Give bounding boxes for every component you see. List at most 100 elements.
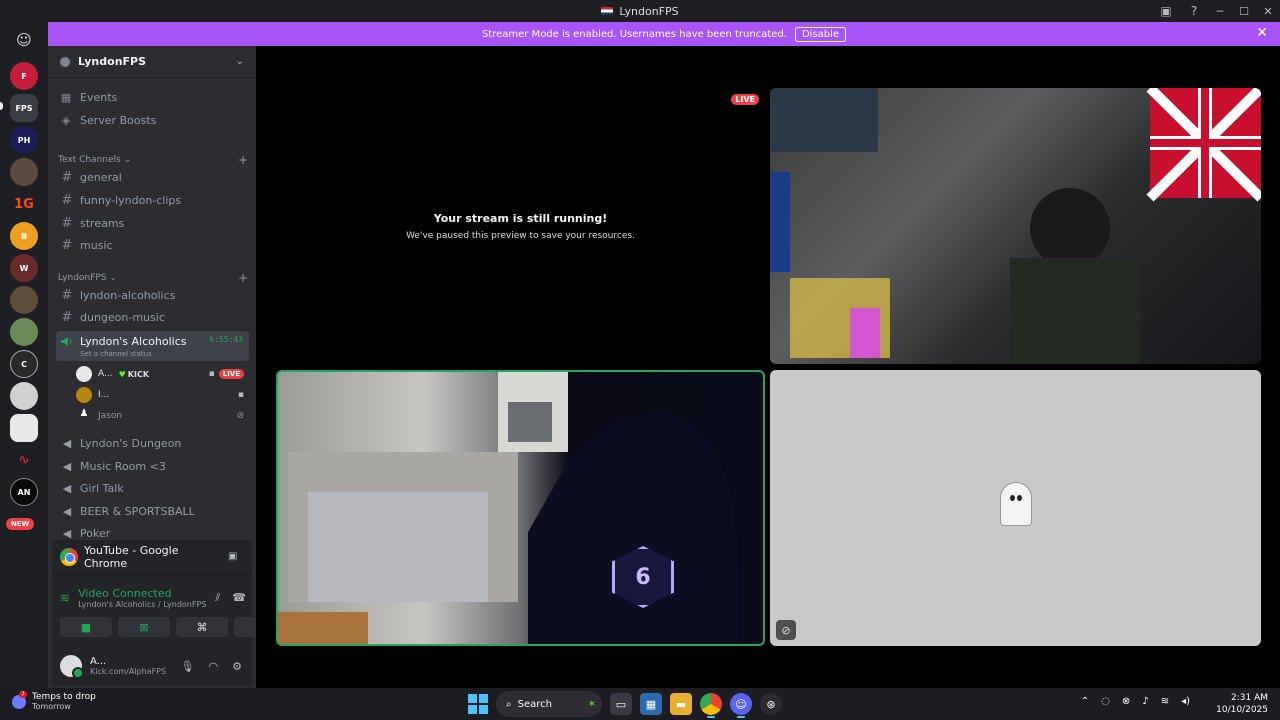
server-icon-1[interactable]: F <box>10 62 38 90</box>
store-icon[interactable]: ▦ <box>640 693 662 715</box>
server-icon-4[interactable] <box>10 158 38 186</box>
server-icon-14[interactable]: AN <box>10 478 38 506</box>
category-lyndon-label: LyndonFPS <box>58 273 107 283</box>
voice-channel-beer-sportsball[interactable]: ◀ BEER & SPORTSBALL <box>56 500 249 522</box>
guild-badge-icon <box>60 56 70 67</box>
channel-label: Girl Talk <box>80 481 124 495</box>
microphone-icon[interactable]: 🎙 <box>181 660 195 673</box>
nav-events[interactable]: ▦ Events <box>56 87 248 107</box>
notifications-muted-icon[interactable]: ⊗ <box>1122 696 1130 707</box>
clock[interactable]: 2:31 AM 10/10/2025 <box>1216 692 1268 716</box>
windows-start-icon[interactable] <box>468 694 488 714</box>
rtc-location[interactable]: Lyndon's Alcoholics / LyndonFPS <box>78 600 206 609</box>
noise-suppression-icon[interactable]: ⫽ <box>215 591 220 605</box>
channel-music[interactable]: # music <box>56 234 249 256</box>
rtc-status[interactable]: Video Connected <box>78 587 206 600</box>
server-icon-2[interactable]: FPS <box>10 94 38 122</box>
server-icon-6[interactable]: B <box>10 222 38 250</box>
headphones-icon[interactable]: ◠ <box>209 660 219 673</box>
video-tile-2[interactable]: 6 <box>276 370 765 646</box>
server-icon-8[interactable] <box>10 286 38 314</box>
stop-share-icon[interactable]: ▣ <box>228 551 242 563</box>
microphone-tray-icon[interactable]: ♪ <box>1142 696 1148 707</box>
channel-streams[interactable]: # streams <box>56 212 249 234</box>
minimize-button[interactable]: ─ <box>1208 0 1232 22</box>
server-icon-9[interactable] <box>10 318 38 346</box>
server-icon-5[interactable]: 1G <box>10 190 38 218</box>
voice-user[interactable]: ♟ Jason ⊘ <box>76 406 244 426</box>
live-badge[interactable]: LIVE <box>218 369 244 379</box>
video-tile-1[interactable] <box>770 88 1261 364</box>
server-icon-10[interactable]: C <box>10 350 38 378</box>
chrome-taskbar-icon[interactable] <box>700 693 722 718</box>
avatar[interactable] <box>60 655 84 679</box>
category-lyndonfps[interactable]: LyndonFPS ⌄ + <box>58 271 248 285</box>
search-icon: ⌕ <box>506 698 512 710</box>
speaker-icon: ◀ <box>62 504 72 518</box>
discord-home-icon[interactable]: ☺ <box>10 26 38 54</box>
settings-gear-icon[interactable]: ⚙ <box>232 660 242 673</box>
file-explorer-icon[interactable]: ▬ <box>670 693 692 715</box>
voice-user[interactable]: I... ▪ <box>76 385 244 405</box>
wifi-icon[interactable]: ≋ <box>1161 696 1169 707</box>
inbox-icon[interactable]: ▣ <box>1152 0 1180 22</box>
ghost-avatar-icon <box>1000 482 1032 526</box>
weather-widget[interactable]: 7 Temps to drop Tomorrow <box>12 690 96 711</box>
task-view-icon[interactable]: ▭ <box>610 693 632 715</box>
clock-date: 10/10/2025 <box>1216 705 1268 715</box>
nav-server-boosts[interactable]: ◈ Server Boosts <box>56 110 248 130</box>
maximize-button[interactable]: ☐ <box>1232 0 1256 22</box>
username[interactable]: A... <box>90 656 166 667</box>
help-icon[interactable]: ? <box>1180 0 1208 22</box>
disable-streamer-mode-button[interactable]: Disable <box>794 26 847 42</box>
category-text-channels[interactable]: Text Channels ⌄ + <box>58 153 248 167</box>
channel-lyndon-alcoholics[interactable]: # lyndon-alcoholics <box>56 284 249 306</box>
channel-label: dungeon-music <box>80 310 165 324</box>
signal-icon[interactable]: ≋ <box>60 591 70 605</box>
network-icon[interactable]: ◌ <box>1101 696 1110 707</box>
paused-title: Your stream is still running! <box>433 211 608 225</box>
hash-icon: # <box>61 169 73 185</box>
voice-channel-music-room[interactable]: ◀ Music Room <3 <box>56 455 249 477</box>
add-channel-icon[interactable]: + <box>238 271 248 285</box>
channel-status[interactable]: Set a channel status <box>80 350 152 358</box>
mic-muted-icon[interactable]: ⊘ <box>776 620 796 640</box>
stream-preview-paused[interactable]: LIVE Your stream is still running! We've… <box>276 88 765 364</box>
discord-taskbar-icon[interactable]: ☺ <box>730 693 752 718</box>
voice-channel-dungeon[interactable]: ◀ Lyndon's Dungeon <box>56 432 249 454</box>
add-channel-icon[interactable]: + <box>238 153 248 167</box>
server-icon-3[interactable]: PH <box>10 126 38 154</box>
server-icon-7[interactable]: W <box>10 254 38 282</box>
live-badge: LIVE <box>731 94 759 105</box>
channel-dungeon-music[interactable]: # dungeon-music <box>56 306 249 328</box>
close-window-button[interactable]: ✕ <box>1256 0 1280 22</box>
avatar <box>76 366 92 382</box>
taskbar-search[interactable]: ⌕ Search ✶ <box>496 691 602 717</box>
camera-icon: ▪ <box>237 390 244 400</box>
guild-header[interactable]: LyndonFPS ⌄ <box>48 46 256 78</box>
camera-button[interactable]: ■ <box>60 617 112 637</box>
channel-label: Music Room <3 <box>80 459 166 473</box>
activity-button[interactable]: ⌘ <box>176 617 228 637</box>
voice-user[interactable]: A... ♥ KICK ▪ LIVE <box>76 364 244 384</box>
steam-taskbar-icon[interactable]: ⊛ <box>760 693 782 715</box>
disconnect-icon[interactable]: ☎ <box>232 591 246 605</box>
volume-icon[interactable]: ◂) <box>1181 696 1190 707</box>
server-pill <box>0 102 3 110</box>
channel-general[interactable]: # general <box>56 166 249 188</box>
screen-share-button[interactable]: ⊠ <box>118 617 170 637</box>
speaker-icon: ◀ <box>62 436 72 450</box>
channel-funny-lyndon-clips[interactable]: # funny-lyndon-clips <box>56 189 249 211</box>
voice-channel-active[interactable]: Lyndon's Alcoholics 6:55:43 Set a channe… <box>56 331 249 361</box>
weather-badge: 7 <box>19 690 27 698</box>
new-badge[interactable]: NEW <box>6 518 35 530</box>
server-icon-13[interactable]: ∿ <box>10 446 38 474</box>
server-icon-11[interactable] <box>10 382 38 410</box>
voice-channel-girl-talk[interactable]: ◀ Girl Talk <box>56 477 249 499</box>
chevron-up-icon[interactable]: ⌃ <box>1081 696 1089 707</box>
avatar: ♟ <box>76 408 92 424</box>
hash-icon: # <box>61 215 73 231</box>
server-icon-12[interactable] <box>10 414 38 442</box>
close-banner-icon[interactable]: ✕ <box>1256 25 1268 41</box>
video-tile-3[interactable]: ⊘ <box>770 370 1261 646</box>
